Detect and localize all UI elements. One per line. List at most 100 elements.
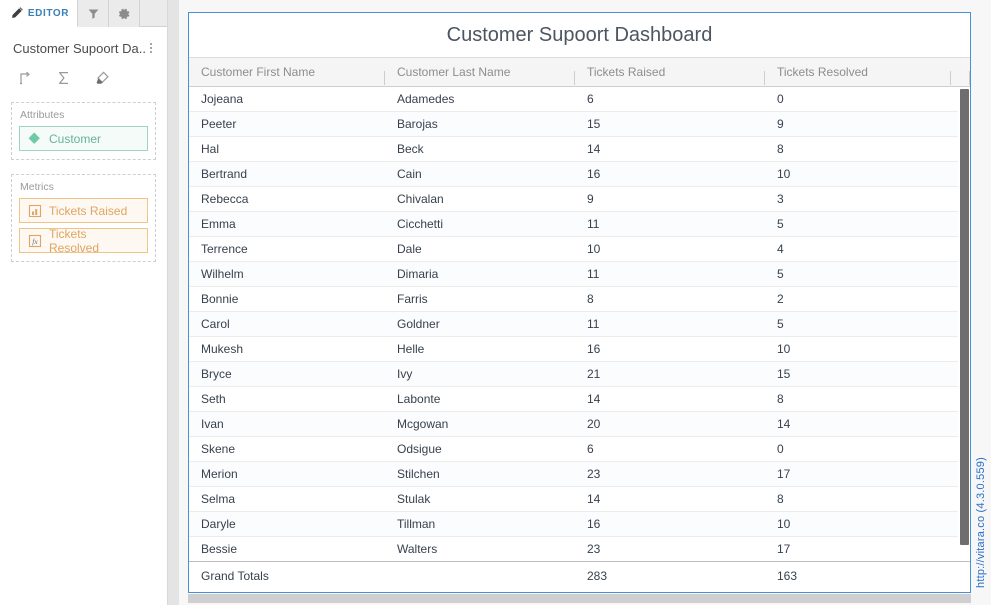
chip-customer[interactable]: Customer	[19, 126, 148, 151]
grid-vertical-scrollbar-thumb[interactable]	[960, 89, 969, 545]
grand-totals-tickets-resolved: 163	[777, 569, 798, 583]
cell-first-name: Seth	[201, 392, 226, 406]
vitara-watermark-link[interactable]: http://vitara.co (4.3.0.559)	[975, 444, 991, 602]
shelf-attributes-label: Attributes	[20, 109, 65, 121]
dashboard-horizontal-scrollbar[interactable]	[188, 594, 971, 603]
kebab-dot	[150, 47, 153, 49]
table-row[interactable]: Ivan Mcgowan 20 14	[189, 412, 970, 437]
grand-totals-label: Grand Totals	[201, 569, 269, 583]
table-row[interactable]: Carol Goldner 11 5	[189, 312, 970, 337]
cell-first-name: Rebecca	[201, 192, 249, 206]
dashboard-canvas: Customer Supoort Dashboard Customer Firs…	[168, 0, 991, 605]
grid-header-row: Customer First Name Customer Last Name T…	[189, 57, 970, 87]
dashboard-title: Customer Supoort Dashboard	[189, 13, 970, 57]
cell-last-name: Cain	[397, 167, 422, 181]
table-row[interactable]: Hal Beck 14 8	[189, 137, 970, 162]
table-row[interactable]: Peeter Barojas 15 9	[189, 112, 970, 137]
table-row[interactable]: Rebecca Chivalan 9 3	[189, 187, 970, 212]
sigma-totals-icon[interactable]	[54, 68, 74, 88]
table-row[interactable]: Emma Cicchetti 11 5	[189, 212, 970, 237]
chip-tickets-raised-label: Tickets Raised	[49, 203, 128, 218]
table-row[interactable]: Bryce Ivy 21 15	[189, 362, 970, 387]
pivot-icon[interactable]	[16, 68, 36, 88]
cell-tickets-raised: 14	[587, 142, 601, 156]
shelf-metrics-label: Metrics	[20, 181, 54, 193]
table-row[interactable]: Wilhelm Dimaria 11 5	[189, 262, 970, 287]
kebab-dot	[150, 43, 153, 45]
tab-editor-label: EDITOR	[27, 7, 70, 19]
tab-editor[interactable]: EDITOR	[0, 0, 78, 27]
cell-first-name: Daryle	[201, 517, 236, 531]
cell-first-name: Wilhelm	[201, 267, 244, 281]
cell-last-name: Ivy	[397, 367, 413, 381]
cell-tickets-raised: 14	[587, 392, 601, 406]
cell-tickets-raised: 16	[587, 517, 601, 531]
table-row[interactable]: Selma Stulak 14 8	[189, 487, 970, 512]
cell-tickets-raised: 11	[587, 267, 600, 281]
table-row[interactable]: Merion Stilchen 23 17	[189, 462, 970, 487]
metric-bar-icon	[28, 204, 42, 218]
chip-tickets-raised[interactable]: Tickets Raised	[19, 198, 148, 223]
tab-settings[interactable]	[109, 0, 140, 27]
cell-first-name: Carol	[201, 317, 230, 331]
cell-first-name: Jojeana	[201, 92, 244, 106]
cell-tickets-resolved: 15	[777, 367, 791, 381]
cell-tickets-raised: 11	[587, 317, 600, 331]
grid-body: Jojeana Adamedes 6 0 Peeter Barojas 15 9 Hal Beck…	[189, 87, 970, 561]
cell-tickets-raised: 8	[587, 292, 594, 306]
table-row[interactable]: Jojeana Adamedes 6 0	[189, 87, 970, 112]
cell-last-name: Helle	[397, 342, 425, 356]
table-row[interactable]: Bertrand Cain 16 10	[189, 162, 970, 187]
eraser-icon[interactable]	[92, 68, 112, 88]
table-row[interactable]: Seth Labonte 14 8	[189, 387, 970, 412]
chip-tickets-resolved[interactable]: fx Tickets Resolved	[19, 226, 148, 255]
cell-tickets-raised: 6	[587, 92, 594, 106]
column-header-tickets-raised[interactable]: Tickets Raised	[575, 57, 765, 87]
cell-last-name: Farris	[397, 292, 428, 306]
cell-tickets-resolved: 0	[777, 92, 784, 106]
column-header-customer-first-name[interactable]: Customer First Name	[189, 57, 385, 87]
editor-sidebar: EDITOR Customer Supoort Da... Attributes…	[0, 0, 168, 605]
cell-tickets-raised: 9	[587, 192, 594, 206]
column-header-tickets-resolved[interactable]: Tickets Resolved	[765, 57, 951, 87]
table-row[interactable]: Mukesh Helle 16 10	[189, 337, 970, 362]
cell-last-name: Adamedes	[397, 92, 455, 106]
column-header-spacer[interactable]	[951, 57, 970, 87]
cell-last-name: Labonte	[397, 392, 441, 406]
cell-first-name: Bonnie	[201, 292, 239, 306]
cell-first-name: Selma	[201, 492, 236, 506]
cell-last-name: Chivalan	[397, 192, 444, 206]
panel-header: Customer Supoort Da...	[0, 27, 167, 57]
table-row[interactable]: Skene Odsigue 6 0	[189, 437, 970, 462]
cell-first-name: Bertrand	[201, 167, 248, 181]
dashboard-frame[interactable]: Customer Supoort Dashboard Customer Firs…	[188, 12, 971, 593]
grid-vertical-scrollbar[interactable]	[958, 87, 970, 561]
cell-last-name: Beck	[397, 142, 424, 156]
panel-title: Customer Supoort Da...	[13, 40, 145, 56]
fx-formula-icon: fx	[28, 234, 42, 248]
tab-filters[interactable]	[78, 0, 109, 27]
cell-first-name: Merion	[201, 467, 238, 481]
chip-tickets-resolved-label: Tickets Resolved	[49, 226, 100, 255]
cell-tickets-resolved: 5	[777, 217, 784, 231]
cell-first-name: Emma	[201, 217, 236, 231]
table-row[interactable]: Bonnie Farris 8 2	[189, 287, 970, 312]
cell-tickets-raised: 21	[587, 367, 601, 381]
shelf-metrics: Metrics Tickets Raised fx Tickets Resolv…	[11, 174, 156, 262]
table-row[interactable]: Terrence Dale 10 4	[189, 237, 970, 262]
cell-first-name: Peeter	[201, 117, 237, 131]
cell-tickets-raised: 16	[587, 167, 601, 181]
more-options-icon[interactable]	[145, 39, 158, 57]
column-header-customer-last-name[interactable]: Customer Last Name	[385, 57, 575, 87]
cell-tickets-resolved: 8	[777, 392, 784, 406]
chip-customer-label: Customer	[49, 131, 102, 146]
cell-last-name: Dale	[397, 242, 422, 256]
filter-icon	[87, 7, 100, 20]
cell-last-name: Tillman	[397, 517, 436, 531]
cell-tickets-raised: 10	[587, 242, 601, 256]
table-row[interactable]: Daryle Tillman 16 10	[189, 512, 970, 537]
cell-tickets-raised: 23	[587, 542, 601, 556]
table-row[interactable]: Bessie Walters 23 17	[189, 537, 970, 561]
cell-first-name: Bryce	[201, 367, 232, 381]
cell-last-name: Goldner	[397, 317, 440, 331]
